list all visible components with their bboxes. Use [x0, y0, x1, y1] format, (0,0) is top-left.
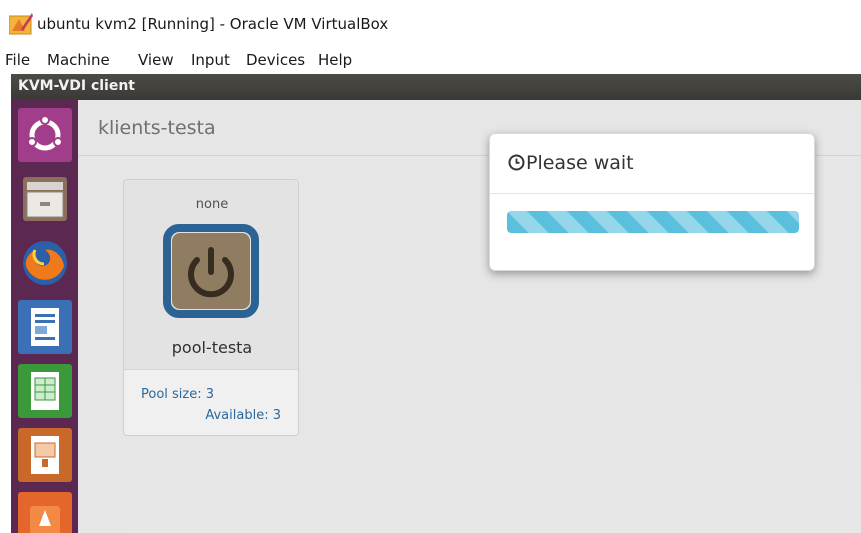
modal-title: Please wait: [526, 152, 634, 174]
menu-view[interactable]: View: [138, 51, 174, 69]
software-center-icon[interactable]: [18, 492, 72, 533]
libreoffice-calc-icon[interactable]: [18, 364, 72, 418]
progress-fill: [507, 211, 799, 233]
guest-window-title: KVM-VDI client: [18, 78, 135, 94]
guest-screen: KVM-VDI client klients-testa none pool-t…: [11, 74, 861, 533]
menu-input[interactable]: Input: [191, 51, 230, 69]
vdi-page: klients-testa none pool-testa Pool size:…: [78, 100, 861, 533]
unity-launcher: [11, 100, 78, 533]
window-title: ubuntu kvm2 [Running] - Oracle VM Virtua…: [37, 15, 389, 33]
firefox-icon[interactable]: [18, 236, 72, 290]
progress-bar: [507, 211, 799, 233]
menu-file[interactable]: File: [5, 51, 30, 69]
menu-machine[interactable]: Machine: [47, 51, 110, 69]
menubar: File Machine View Input Devices Help: [0, 46, 861, 74]
window-titlebar: ubuntu kvm2 [Running] - Oracle VM Virtua…: [0, 0, 861, 46]
ubuntu-dash-icon[interactable]: [18, 108, 72, 162]
libreoffice-writer-icon[interactable]: [18, 300, 72, 354]
clock-icon: [508, 154, 525, 171]
files-icon[interactable]: [18, 172, 72, 226]
menu-devices[interactable]: Devices: [246, 51, 305, 69]
please-wait-modal: Please wait: [489, 133, 815, 271]
libreoffice-impress-icon[interactable]: [18, 428, 72, 482]
menu-help[interactable]: Help: [318, 51, 352, 69]
modal-header: Please wait: [490, 134, 814, 194]
virtualbox-icon: [9, 13, 33, 35]
guest-top-bar: KVM-VDI client: [11, 74, 861, 100]
